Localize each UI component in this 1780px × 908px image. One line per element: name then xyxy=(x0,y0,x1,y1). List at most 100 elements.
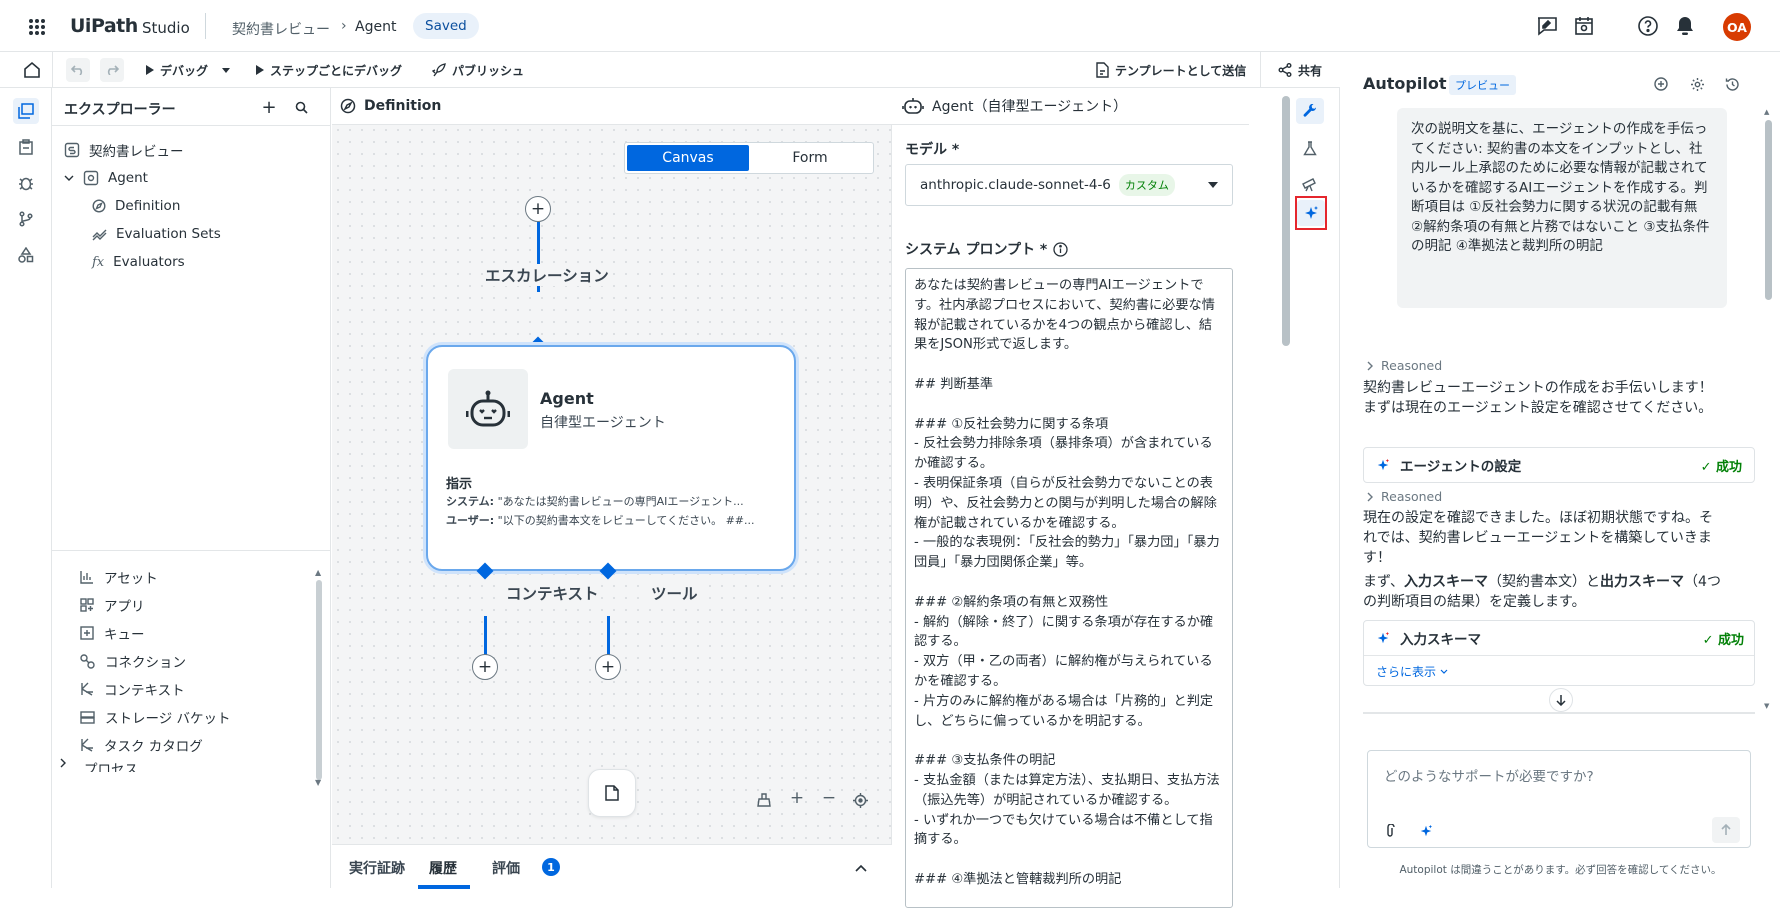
scrollbar[interactable] xyxy=(1765,120,1772,300)
add-context-button[interactable]: + xyxy=(472,654,498,680)
shapes-icon[interactable] xyxy=(13,242,39,268)
breadcrumb-project[interactable]: 契約書レビュー xyxy=(232,19,330,39)
clipboard-icon[interactable] xyxy=(13,134,39,160)
tab-form[interactable]: Form xyxy=(749,145,871,171)
zoom-in-icon[interactable]: + xyxy=(788,788,806,808)
notifications-icon[interactable] xyxy=(1673,14,1697,38)
activity-rail xyxy=(0,88,52,888)
tab-evaluation[interactable]: 評価 xyxy=(492,858,520,878)
add-tool-button[interactable]: + xyxy=(595,654,621,680)
tab-canvas[interactable]: Canvas xyxy=(627,145,749,171)
resource-assets[interactable]: アセット xyxy=(80,563,158,591)
divider xyxy=(1363,712,1755,714)
reasoned-toggle-2[interactable]: Reasoned xyxy=(1367,489,1442,504)
scroll-to-bottom-icon[interactable] xyxy=(1549,688,1573,712)
search-icon[interactable] xyxy=(292,98,310,116)
telescope-icon[interactable] xyxy=(1296,171,1324,197)
divider xyxy=(52,125,331,126)
home-icon[interactable] xyxy=(22,60,42,80)
attach-icon[interactable] xyxy=(1382,823,1398,839)
feedback-icon[interactable] xyxy=(1535,14,1559,38)
resource-label: ストレージ バケット xyxy=(105,711,231,727)
tool-call-card-agent-settings[interactable]: エージェントの設定 ✓ 成功 xyxy=(1363,447,1755,483)
undo-icon[interactable] xyxy=(66,58,90,82)
zoom-out-icon[interactable]: − xyxy=(820,788,838,808)
add-escalation-button[interactable]: + xyxy=(525,196,551,222)
tree-item-definition[interactable]: Definition xyxy=(92,192,180,220)
app-launcher-icon[interactable] xyxy=(26,16,48,38)
config-title: Agent（自律型エージェント） xyxy=(932,99,1128,115)
queue-icon xyxy=(80,626,94,640)
instructions-heading: 指示 xyxy=(446,477,473,492)
scroll-up-icon[interactable]: ▲ xyxy=(315,568,321,577)
user-instruction: ユーザー: "以下の契約書本文をレビューしてください。 ##... xyxy=(446,512,776,528)
debug-label: デバッグ xyxy=(160,63,209,78)
success-status: ✓ 成功 xyxy=(1700,459,1742,475)
tree-item-agent[interactable]: Agent xyxy=(64,164,148,192)
notes-icon[interactable] xyxy=(588,769,636,817)
config-scrollbar[interactable] xyxy=(1282,96,1290,346)
cleanup-icon[interactable] xyxy=(755,791,773,809)
chevron-up-icon[interactable] xyxy=(852,859,870,877)
tree-item-evaluators[interactable]: fx Evaluators xyxy=(92,248,185,276)
debug-button[interactable]: デバッグ xyxy=(146,52,231,88)
fit-view-icon[interactable] xyxy=(851,791,869,809)
explorer-panel: エクスプローラー + 契約書レビュー Agent Definition Eval… xyxy=(52,88,331,888)
debug-bug-icon[interactable] xyxy=(13,170,39,196)
send-template-button[interactable]: テンプレートとして送信 xyxy=(1095,52,1246,88)
system-prompt-heading: システム プロンプト * xyxy=(905,239,1068,259)
autopilot-panel: Autopilot プレビュー 次の説明文を基に、エージェントの作成を手伝ってく… xyxy=(1341,52,1780,888)
resource-storage-bucket[interactable]: ストレージ バケット xyxy=(80,703,231,731)
sparkle-icon[interactable] xyxy=(1418,823,1434,839)
chat-input-placeholder[interactable]: どのようなサポートが必要ですか? xyxy=(1384,765,1594,785)
history-icon[interactable] xyxy=(1723,75,1741,93)
divider xyxy=(205,13,206,39)
add-icon[interactable]: + xyxy=(260,97,278,118)
scroll-down-icon[interactable]: ▼ xyxy=(1764,702,1769,710)
chevron-right-icon xyxy=(1367,361,1373,370)
new-chat-icon[interactable] xyxy=(1652,75,1670,93)
tab-history[interactable]: 履歴 xyxy=(429,858,457,878)
resource-processes[interactable]: プロセス xyxy=(60,758,138,772)
resource-queues[interactable]: キュー xyxy=(80,619,145,647)
resource-context[interactable]: コンテキスト xyxy=(80,675,185,703)
tab-execution-trail[interactable]: 実行証跡 xyxy=(349,858,405,878)
step-debug-button[interactable]: ステップごとにデバッグ xyxy=(256,52,402,88)
tree-item-evaluation-sets[interactable]: Evaluation Sets xyxy=(92,220,221,248)
settings-icon[interactable] xyxy=(1688,75,1706,93)
flask-icon[interactable] xyxy=(1296,135,1324,161)
resource-apps[interactable]: アプリ xyxy=(80,591,145,619)
autopilot-sparkle-icon[interactable] xyxy=(1297,200,1325,226)
resource-task-catalog[interactable]: タスク カタログ xyxy=(80,731,203,759)
send-button[interactable] xyxy=(1712,817,1740,843)
tool-call-card-input-schema[interactable]: 入力スキーマ ✓ 成功 さらに表示 xyxy=(1363,620,1755,686)
agent-node-subtitle: 自律型エージェント xyxy=(540,415,666,431)
divider xyxy=(1364,655,1754,656)
source-control-icon[interactable] xyxy=(13,206,39,232)
calendar-icon[interactable] xyxy=(1572,14,1596,38)
chat-input-box[interactable]: どのようなサポートが必要ですか? xyxy=(1367,750,1751,848)
scrollbar[interactable] xyxy=(316,580,322,780)
user-text: "以下の契約書本文をレビューしてください。 ##... xyxy=(494,514,755,527)
agent-node[interactable]: Agent 自律型エージェント 指示 システム: "あなたは契約書レビューの専門… xyxy=(426,345,796,571)
tree-item-project[interactable]: 契約書レビュー xyxy=(64,136,184,164)
project-label: 契約書レビュー xyxy=(89,144,184,160)
redo-icon[interactable] xyxy=(100,58,124,82)
resource-connections[interactable]: コネクション xyxy=(80,647,186,675)
wrench-icon[interactable] xyxy=(1296,98,1324,124)
scroll-down-icon[interactable]: ▼ xyxy=(315,778,321,787)
assistant-message-3: まず、入力スキーマ（契約書本文）と出力スキーマ（4つの判断項目の結果）を定義しま… xyxy=(1363,572,1723,612)
model-select[interactable]: anthropic.claude-sonnet-4-6 カスタム xyxy=(905,164,1233,206)
explorer-icon[interactable] xyxy=(13,98,39,124)
publish-button[interactable]: パブリッシュ xyxy=(432,52,524,88)
msg-bold: 出力スキーマ xyxy=(1600,574,1685,590)
model-label: モデル * xyxy=(905,142,960,158)
scroll-up-icon[interactable]: ▲ xyxy=(1764,108,1769,116)
help-icon[interactable] xyxy=(1636,14,1660,38)
user-avatar[interactable]: OA xyxy=(1723,13,1751,41)
evaluators-label: Evaluators xyxy=(113,254,185,270)
system-prompt-textarea[interactable]: あなたは契約書レビューの専門AIエージェントです。社内承認プロセスにおいて、契約… xyxy=(905,268,1233,908)
reasoned-toggle-1[interactable]: Reasoned xyxy=(1367,358,1442,373)
show-more-link[interactable]: さらに表示 xyxy=(1376,663,1448,680)
share-button[interactable]: 共有 xyxy=(1278,52,1322,88)
